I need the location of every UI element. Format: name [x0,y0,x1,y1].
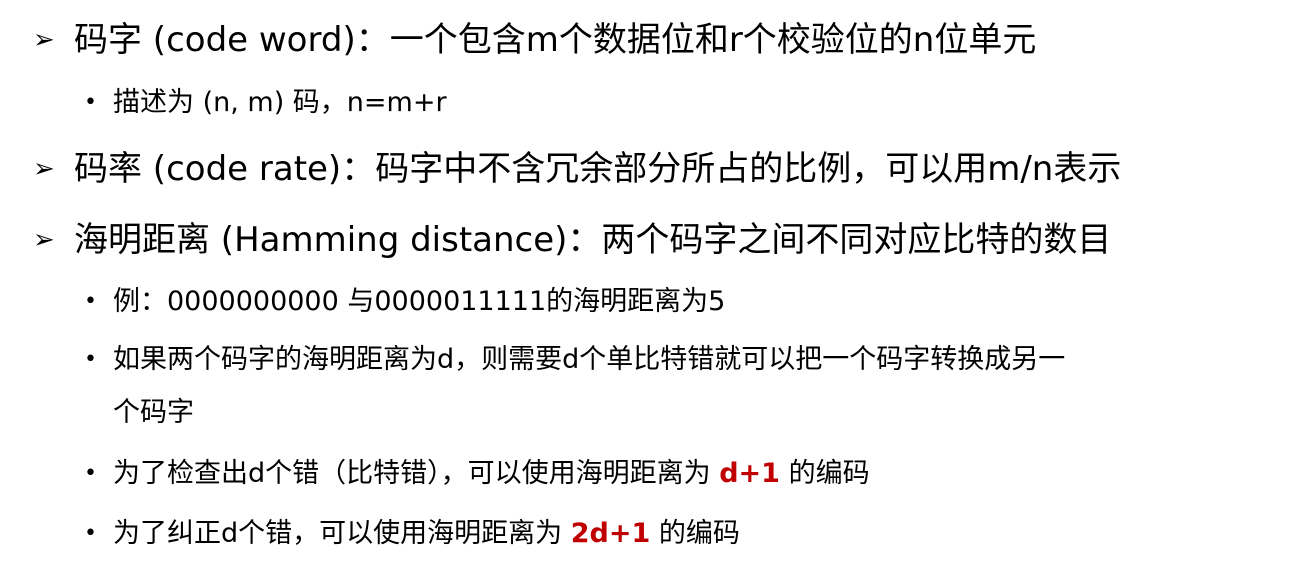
arrow-bullet-icon: ➢ [33,25,55,55]
bullet-distance-d: • 如果两个码字的海明距离为d，则需要d个单比特错就可以把一个码字转换成另一 [0,343,1292,377]
bullet-detect-errors: • 为了检查出d个错（比特错），可以使用海明距离为 d+1 的编码 [0,457,1292,491]
code-rate-text: 码率 (code rate)：码字中不含冗余部分所占的比例，可以用m/n表示 [74,149,1122,189]
example-text: 例：0000000000 与0000011111的海明距离为5 [113,286,726,317]
dot-bullet-icon: • [84,90,97,115]
correct-errors-before: 为了纠正d个错，可以使用海明距离为 [113,518,571,549]
correct-errors-highlight: 2d+1 [570,518,651,549]
code-description-text: 描述为 (n, m) 码，n=m+r [113,87,447,118]
arrow-bullet-icon: ➢ [33,154,55,184]
correct-errors-text: 为了纠正d个错，可以使用海明距离为 2d+1 的编码 [113,517,740,551]
detect-errors-before: 为了检查出d个错（比特错），可以使用海明距离为 [113,458,720,489]
detect-errors-after: 的编码 [779,458,870,489]
bullet-distance-d-continued: 个码字 [0,396,1292,430]
bullet-code-word: ➢ 码字 (code word)：一个包含m个数据位和r个校验位的n位单元 [0,20,1292,60]
distance-d-text-line1: 如果两个码字的海明距离为d，则需要d个单比特错就可以把一个码字转换成另一 [113,344,1066,375]
hamming-distance-text: 海明距离 (Hamming distance)：两个码字之间不同对应比特的数目 [74,220,1112,260]
bullet-example: • 例：0000000000 与0000011111的海明距离为5 [0,285,1292,319]
detect-errors-highlight: d+1 [719,458,780,489]
bullet-code-description: • 描述为 (n, m) 码，n=m+r [0,86,1292,120]
distance-d-text-line2: 个码字 [113,397,194,428]
correct-errors-after: 的编码 [650,518,740,549]
bullet-correct-errors: • 为了纠正d个错，可以使用海明距离为 2d+1 的编码 [0,517,1292,551]
code-word-text: 码字 (code word)：一个包含m个数据位和r个校验位的n位单元 [74,20,1037,60]
dot-bullet-icon: • [84,347,97,372]
arrow-bullet-icon: ➢ [33,225,55,255]
bullet-hamming-distance: ➢ 海明距离 (Hamming distance)：两个码字之间不同对应比特的数… [0,220,1292,260]
dot-bullet-icon: • [84,521,97,546]
dot-bullet-icon: • [84,461,97,486]
slide: ➢ 码字 (code word)：一个包含m个数据位和r个校验位的n位单元 • … [0,0,1292,570]
detect-errors-text: 为了检查出d个错（比特错），可以使用海明距离为 d+1 的编码 [113,457,870,491]
bullet-code-rate: ➢ 码率 (code rate)：码字中不含冗余部分所占的比例，可以用m/n表示 [0,149,1292,189]
dot-bullet-icon: • [84,289,97,314]
